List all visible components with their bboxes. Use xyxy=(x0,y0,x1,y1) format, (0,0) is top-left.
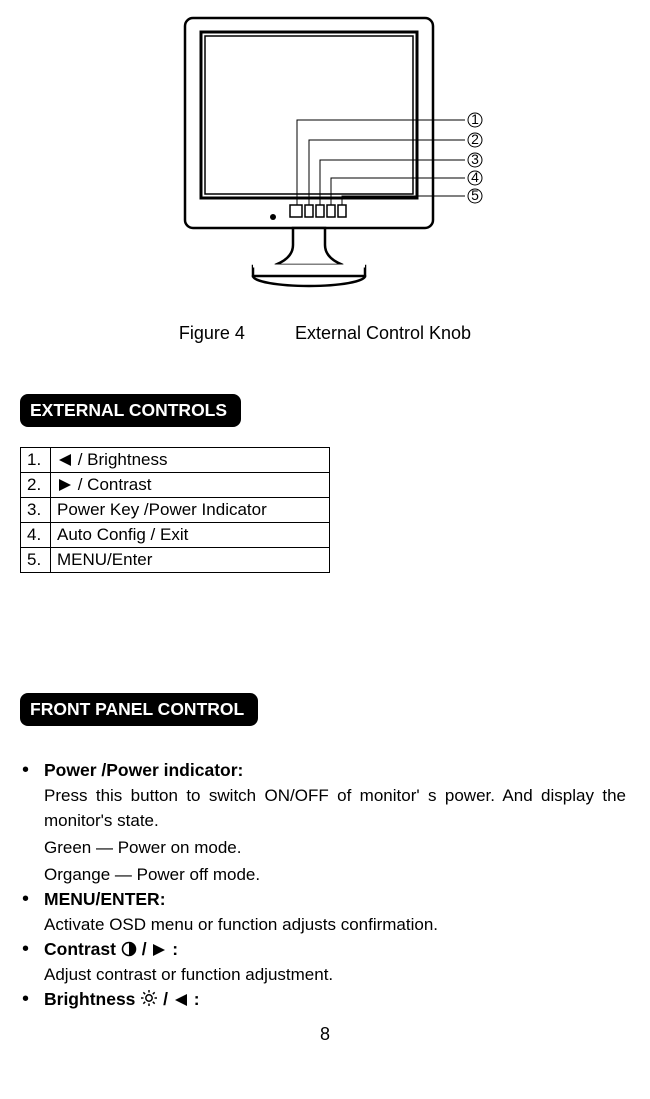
row-text: Power Key /Power Indicator xyxy=(51,498,330,523)
row-num: 1. xyxy=(21,448,51,473)
row-num: 2. xyxy=(21,473,51,498)
monitor-diagram: 1 2 3 4 5 xyxy=(125,10,525,310)
figure-caption: Figure 4 External Control Knob xyxy=(20,323,630,344)
table-row: 5. MENU/Enter xyxy=(21,548,330,573)
item-body: Press this button to switch ON/OFF of mo… xyxy=(44,783,630,833)
table-row: 1. / Brightness xyxy=(21,448,330,473)
section-header-external-controls: EXTERNAL CONTROLS xyxy=(20,394,241,427)
figure-area: 1 2 3 4 5 Figure 4 External Control Knob xyxy=(20,0,630,344)
table-row: 3. Power Key /Power Indicator xyxy=(21,498,330,523)
list-item: Power /Power indicator: Press this butto… xyxy=(20,760,630,887)
svg-text:1: 1 xyxy=(471,111,479,127)
triangle-left-icon xyxy=(57,453,73,467)
table-row: 2. / Contrast xyxy=(21,473,330,498)
svg-text:5: 5 xyxy=(471,187,479,203)
triangle-right-icon xyxy=(151,943,167,957)
row-text: / Contrast xyxy=(51,473,330,498)
svg-text:3: 3 xyxy=(471,151,479,167)
figure-title: External Control Knob xyxy=(295,323,471,343)
svg-text:2: 2 xyxy=(471,131,479,147)
item-heading: Brightness / : xyxy=(44,989,630,1010)
list-item: MENU/ENTER: Activate OSD menu or functio… xyxy=(20,889,630,937)
row-num: 5. xyxy=(21,548,51,573)
table-row: 4. Auto Config / Exit xyxy=(21,523,330,548)
figure-label: Figure 4 xyxy=(179,323,245,343)
callout-numbers: 1 2 3 4 5 xyxy=(468,111,482,203)
external-controls-table: 1. / Brightness 2. / Contrast 3. Power K… xyxy=(20,447,330,573)
row-text: / Brightness xyxy=(51,448,330,473)
front-panel-list: Power /Power indicator: Press this butto… xyxy=(20,760,630,1010)
row-text: Auto Config / Exit xyxy=(51,523,330,548)
brightness-icon xyxy=(140,989,158,1007)
row-text: MENU/Enter xyxy=(51,548,330,573)
list-item: Brightness / : xyxy=(20,989,630,1010)
item-heading: Contrast / : xyxy=(44,939,630,960)
item-heading: Power /Power indicator: xyxy=(44,760,630,781)
triangle-left-icon xyxy=(173,993,189,1007)
triangle-right-icon xyxy=(57,478,73,492)
item-body: Organge — Power off mode. xyxy=(44,862,630,887)
item-heading: MENU/ENTER: xyxy=(44,889,630,910)
item-body: Green — Power on mode. xyxy=(44,835,630,860)
contrast-icon xyxy=(121,941,137,957)
list-item: Contrast / : Adjust contrast or function… xyxy=(20,939,630,987)
item-body: Activate OSD menu or function adjusts co… xyxy=(44,912,630,937)
page-number: 8 xyxy=(20,1024,630,1045)
row-num: 4. xyxy=(21,523,51,548)
svg-text:4: 4 xyxy=(471,169,479,185)
row-num: 3. xyxy=(21,498,51,523)
item-body: Adjust contrast or function adjustment. xyxy=(44,962,630,987)
section-header-front-panel: FRONT PANEL CONTROL xyxy=(20,693,258,726)
